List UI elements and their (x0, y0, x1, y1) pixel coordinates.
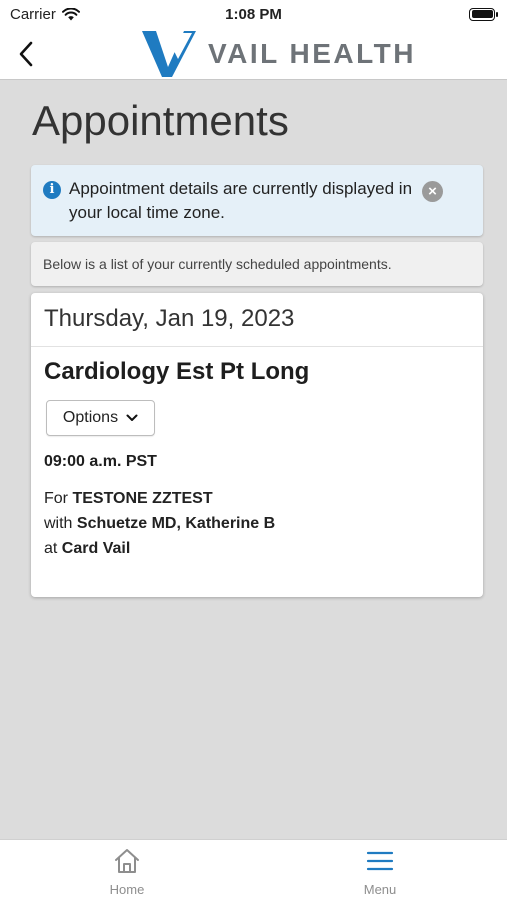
appointment-date: Thursday, Jan 19, 2023 (31, 293, 483, 347)
appointment-patient-line: For TESTONE ZZTEST (44, 490, 213, 508)
options-label: Options (62, 409, 119, 426)
tab-home-label: Home (109, 882, 145, 897)
chevron-down-icon (126, 414, 138, 421)
at-prefix: at (44, 540, 58, 557)
appointment-location-line: at Card Vail (44, 540, 130, 558)
status-bar: Carrier 1:08 PM (0, 0, 507, 28)
info-alert-text: Appointment details are currently displa… (69, 179, 413, 222)
appointment-time: 09:00 a.m. PST (44, 453, 157, 470)
back-button[interactable] (10, 36, 42, 72)
provider-name: Schuetze MD, Katherine B (76, 515, 276, 532)
appointment-title: Cardiology Est Pt Long (44, 358, 310, 385)
hamburger-menu-icon (366, 851, 394, 871)
wifi-icon (61, 7, 80, 20)
close-icon[interactable]: × (422, 181, 443, 202)
tab-home[interactable]: Home (77, 848, 177, 897)
patient-name: TESTONE ZZTEST (72, 490, 213, 507)
vail-health-logo: VAIL HEALTH (140, 28, 416, 80)
options-dropdown-button[interactable]: Options (46, 400, 155, 436)
tab-menu[interactable]: Menu (330, 848, 430, 897)
page-title: Appointments (32, 97, 289, 144)
battery-icon (469, 7, 498, 21)
appointments-intro: Below is a list of your currently schedu… (31, 242, 483, 286)
main-content: Appointments i Appointment details are c… (0, 81, 507, 839)
info-icon: i (43, 181, 61, 199)
bottom-tab-bar: Home Menu (0, 839, 507, 900)
home-icon (115, 849, 139, 873)
logo-mark-icon (142, 31, 196, 77)
carrier-label: Carrier (10, 5, 56, 23)
appointments-intro-text: Below is a list of your currently schedu… (43, 256, 392, 272)
status-left: Carrier (10, 6, 80, 23)
appointment-card: Thursday, Jan 19, 2023 Cardiology Est Pt… (31, 293, 483, 597)
appointment-provider-line: with Schuetze MD, Katherine B (44, 515, 275, 533)
tab-menu-label: Menu (363, 882, 397, 897)
chevron-left-icon (19, 41, 33, 67)
location-name: Card Vail (61, 540, 131, 557)
nav-header: VAIL HEALTH (0, 28, 507, 80)
logo-text: VAIL HEALTH (208, 38, 416, 69)
timezone-info-alert: i Appointment details are currently disp… (31, 165, 483, 236)
for-prefix: For (44, 490, 68, 507)
with-prefix: with (44, 515, 73, 532)
